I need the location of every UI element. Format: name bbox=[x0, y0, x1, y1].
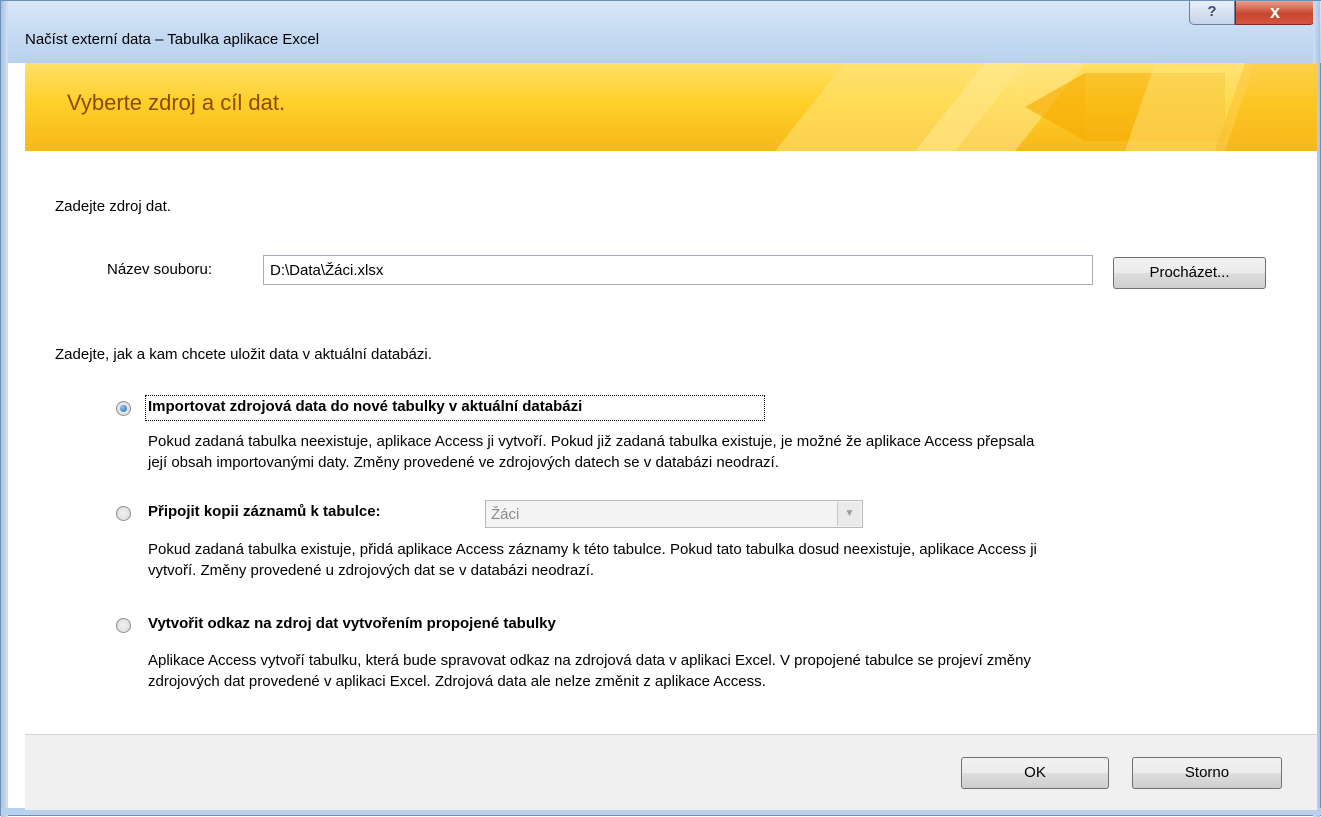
append-option-desc-line1: Pokud zadaná tabulka existuje, přidá apl… bbox=[148, 541, 1037, 558]
import-option-desc-line2: její obsah importovanými daty. Změny pro… bbox=[148, 454, 779, 471]
header-banner: Vyberte zdroj a cíl dat. bbox=[25, 63, 1317, 152]
banner-title: Vyberte zdroj a cíl dat. bbox=[67, 90, 286, 115]
cancel-button[interactable]: Storno bbox=[1132, 757, 1282, 789]
import-option-label[interactable]: Importovat zdrojová data do nové tabulky… bbox=[148, 398, 582, 415]
ok-button[interactable]: OK bbox=[961, 757, 1109, 789]
append-option-desc-line2: vytvoří. Změny provedené u zdrojových da… bbox=[148, 562, 595, 579]
import-option-desc-line1: Pokud zadaná tabulka neexistuje, aplikac… bbox=[148, 433, 1035, 450]
append-option-label[interactable]: Připojit kopii záznamů k tabulce: bbox=[148, 503, 381, 520]
link-radio[interactable] bbox=[116, 618, 131, 633]
window-title: Načíst externí data – Tabulka aplikace E… bbox=[25, 31, 320, 48]
target-table-combo-value: Žáci bbox=[491, 506, 520, 523]
close-button[interactable]: x bbox=[1235, 1, 1315, 25]
link-option-desc-line2: zdrojových dat provedené v aplikaci Exce… bbox=[148, 673, 766, 690]
chevron-down-icon[interactable]: ▼ bbox=[837, 502, 861, 526]
append-radio[interactable] bbox=[116, 506, 131, 521]
import-radio[interactable] bbox=[116, 401, 131, 416]
dialog-footer: OK Storno bbox=[25, 735, 1317, 810]
dialog-content: Zadejte zdroj dat. Název souboru: Prochá… bbox=[25, 151, 1317, 734]
destination-heading: Zadejte, jak a kam chcete uložit data v … bbox=[55, 346, 432, 363]
file-name-input[interactable] bbox=[263, 255, 1093, 285]
browse-button[interactable]: Procházet... bbox=[1113, 257, 1266, 289]
link-option-label[interactable]: Vytvořit odkaz na zdroj dat vytvořením p… bbox=[148, 615, 556, 632]
file-name-label: Název souboru: bbox=[107, 261, 213, 278]
target-table-combo[interactable]: Žáci ▼ bbox=[485, 500, 863, 528]
import-dialog-window: Načíst externí data – Tabulka aplikace E… bbox=[0, 0, 1321, 817]
source-heading: Zadejte zdroj dat. bbox=[55, 198, 171, 215]
title-bar[interactable]: Načíst externí data – Tabulka aplikace E… bbox=[1, 1, 1321, 63]
help-button[interactable]: ? bbox=[1189, 1, 1235, 25]
link-option-desc-line1: Aplikace Access vytvoří tabulku, která b… bbox=[148, 652, 1031, 669]
window-frame-left bbox=[1, 1, 8, 817]
